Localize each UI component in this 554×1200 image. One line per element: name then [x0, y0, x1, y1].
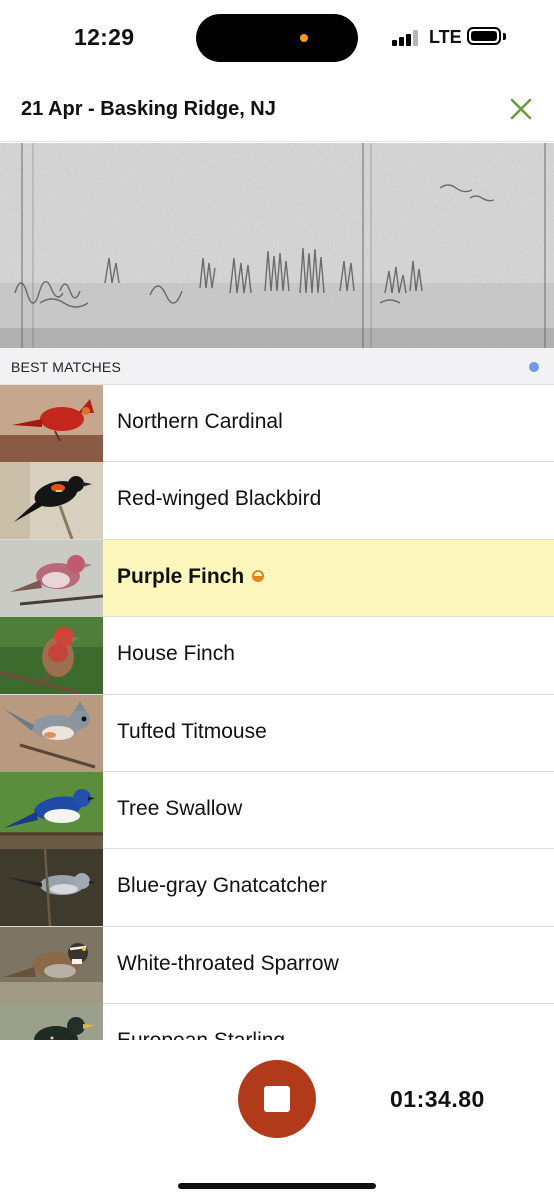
close-x-icon — [510, 98, 532, 120]
purple-finch-photo — [0, 539, 103, 617]
blue-gray-gnatcatcher-photo — [0, 849, 103, 927]
cellular-signal-icon — [392, 30, 420, 46]
dynamic-island — [196, 14, 358, 62]
close-button[interactable] — [506, 94, 536, 124]
status-dot-icon — [529, 362, 539, 372]
matches-list[interactable]: Northern Cardinal Red-winged Blackbird P… — [0, 385, 554, 1040]
red-winged-blackbird-photo — [0, 462, 103, 540]
species-name: Blue-gray Gnatcatcher — [117, 874, 328, 898]
white-throated-sparrow-photo — [0, 926, 103, 1004]
section-title: BEST MATCHES — [11, 359, 122, 375]
match-row-northern-cardinal[interactable]: Northern Cardinal — [0, 385, 554, 463]
species-name: European Starling — [117, 1029, 285, 1040]
match-row-white-throated-sparrow[interactable]: White-throated Sparrow — [0, 926, 554, 1005]
network-type: LTE — [429, 27, 462, 47]
spectrogram[interactable] — [0, 143, 554, 348]
species-name: Northern Cardinal — [117, 410, 283, 433]
species-name: House Finch — [117, 642, 235, 666]
species-name: Tufted Titmouse — [117, 719, 267, 743]
species-name-text: Purple Finch — [117, 564, 245, 588]
recording-timer: 01:34.80 — [390, 1086, 485, 1112]
tufted-titmouse-photo — [0, 694, 103, 772]
status-bar: 12:29 LTE — [0, 0, 554, 80]
northern-cardinal-photo — [0, 385, 103, 462]
home-indicator[interactable] — [178, 1183, 376, 1189]
european-starling-photo — [0, 1004, 103, 1040]
match-row-house-finch[interactable]: House Finch — [0, 617, 554, 695]
match-row-european-starling[interactable]: European Starling — [0, 1004, 554, 1040]
possible-match-icon — [252, 569, 265, 582]
match-row-purple-finch[interactable]: Purple Finch — [0, 539, 554, 618]
battery-cap — [503, 33, 506, 40]
recording-title: 21 Apr - Basking Ridge, NJ — [21, 98, 276, 120]
match-row-tree-swallow[interactable]: Tree Swallow — [0, 771, 554, 850]
species-name: Red-winged Blackbird — [117, 487, 322, 511]
house-finch-photo — [0, 617, 103, 695]
species-name: Purple Finch — [117, 564, 265, 589]
stop-recording-button[interactable] — [238, 1060, 316, 1138]
match-row-red-winged-blackbird[interactable]: Red-winged Blackbird — [0, 462, 554, 540]
spectrogram-image — [0, 143, 554, 348]
species-name: Tree Swallow — [117, 796, 243, 820]
match-row-blue-gray-gnatcatcher[interactable]: Blue-gray Gnatcatcher — [0, 849, 554, 927]
best-matches-header: BEST MATCHES — [0, 348, 554, 385]
match-row-tufted-titmouse[interactable]: Tufted Titmouse — [0, 694, 554, 772]
recording-header: 21 Apr - Basking Ridge, NJ — [0, 80, 554, 142]
species-name: White-throated Sparrow — [117, 951, 339, 975]
stop-icon — [264, 1086, 290, 1112]
status-time: 12:29 — [74, 24, 135, 50]
recording-indicator-dot — [300, 34, 308, 42]
battery-icon — [467, 27, 501, 45]
recording-controls: 01:34.80 — [0, 1040, 554, 1200]
tree-swallow-photo — [0, 771, 103, 849]
